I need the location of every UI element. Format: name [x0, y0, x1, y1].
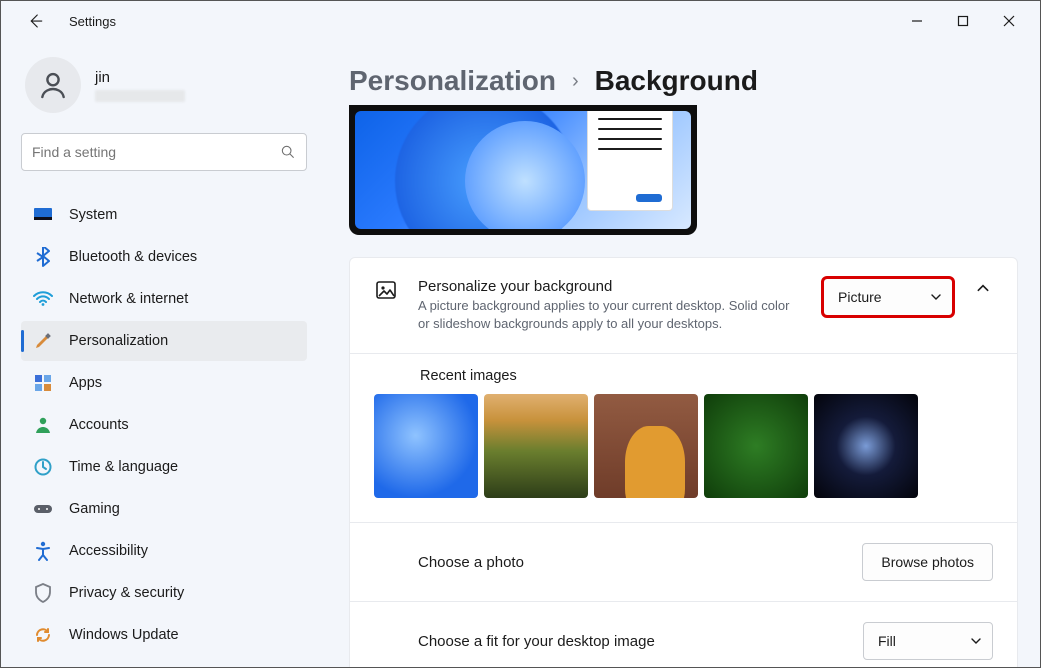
choose-photo-row: Choose a photo Browse photos: [350, 522, 1017, 601]
chevron-up-icon: [976, 281, 990, 295]
row-title: Choose a photo: [418, 554, 842, 571]
background-type-dropdown[interactable]: Picture: [823, 278, 953, 316]
nav-list: System Bluetooth & devices Network & int…: [21, 195, 307, 655]
sidebar-item-system[interactable]: System: [21, 195, 307, 235]
clock-globe-icon: [33, 457, 53, 477]
sidebar-item-label: System: [69, 207, 117, 223]
row-text: Choose a photo: [418, 554, 842, 571]
fit-dropdown[interactable]: Fill: [863, 622, 993, 660]
update-icon: [33, 625, 53, 645]
row-text: Personalize your background A picture ba…: [418, 278, 803, 333]
apps-icon: [33, 373, 53, 393]
avatar: [25, 57, 81, 113]
desktop-preview: [349, 105, 697, 235]
sidebar-item-personalization[interactable]: Personalization: [21, 321, 307, 361]
sidebar-item-privacy[interactable]: Privacy & security: [21, 573, 307, 613]
titlebar: Settings: [1, 1, 1040, 41]
close-icon: [1003, 15, 1015, 27]
gamepad-icon: [33, 499, 53, 519]
shield-icon: [33, 583, 53, 603]
titlebar-left: Settings: [25, 11, 116, 31]
accessibility-icon: [33, 541, 53, 561]
background-panel: Personalize your background A picture ba…: [349, 257, 1018, 667]
body: jin System Bluetooth & devices: [1, 41, 1040, 667]
app-title: Settings: [69, 14, 116, 29]
user-name: jin: [95, 69, 185, 86]
account-icon: [33, 415, 53, 435]
expand-toggle[interactable]: [973, 278, 993, 298]
close-button[interactable]: [986, 5, 1032, 37]
dropdown-value: Fill: [878, 633, 896, 649]
wifi-icon: [33, 289, 53, 309]
recent-thumbnail[interactable]: [814, 394, 918, 498]
settings-window: Settings jin: [0, 0, 1041, 668]
sidebar-item-accessibility[interactable]: Accessibility: [21, 531, 307, 571]
sidebar-item-label: Personalization: [69, 333, 168, 349]
dropdown-value: Picture: [838, 289, 882, 305]
maximize-icon: [957, 15, 969, 27]
bluetooth-icon: [33, 247, 53, 267]
arrow-left-icon: [26, 12, 44, 30]
preview-wallpaper: [355, 111, 691, 229]
sidebar-item-label: Time & language: [69, 459, 178, 475]
sidebar-item-label: Accessibility: [69, 543, 148, 559]
recent-thumbnail[interactable]: [374, 394, 478, 498]
sidebar-item-update[interactable]: Windows Update: [21, 615, 307, 655]
sidebar-item-accounts[interactable]: Accounts: [21, 405, 307, 445]
recent-images-label: Recent images: [420, 368, 993, 384]
back-button[interactable]: [25, 11, 45, 31]
button-label: Browse photos: [881, 554, 974, 570]
chevron-down-icon: [970, 635, 982, 647]
browse-photos-button[interactable]: Browse photos: [862, 543, 993, 581]
search-icon: [280, 144, 296, 160]
row-title: Personalize your background: [418, 278, 803, 295]
user-info: jin: [95, 69, 185, 102]
sidebar-item-label: Privacy & security: [69, 585, 184, 601]
picture-icon: [374, 278, 398, 302]
sidebar-item-label: Gaming: [69, 501, 120, 517]
breadcrumb: Personalization › Background: [349, 65, 1018, 97]
person-icon: [37, 69, 69, 101]
row-subtitle: A picture background applies to your cur…: [418, 297, 803, 333]
preview-window-card: [587, 111, 673, 211]
search-box[interactable]: [21, 133, 307, 171]
sidebar-item-label: Accounts: [69, 417, 129, 433]
recent-thumbnails: [374, 394, 993, 498]
sidebar-item-network[interactable]: Network & internet: [21, 279, 307, 319]
main-content: Personalization › Background: [321, 41, 1040, 667]
paintbrush-icon: [33, 331, 53, 351]
recent-thumbnail[interactable]: [484, 394, 588, 498]
search-input[interactable]: [32, 144, 280, 160]
window-controls: [894, 5, 1032, 37]
row-text: Choose a fit for your desktop image: [418, 633, 843, 650]
breadcrumb-parent[interactable]: Personalization: [349, 65, 556, 97]
sidebar: jin System Bluetooth & devices: [1, 41, 321, 667]
chevron-right-icon: ›: [572, 70, 579, 93]
personalize-background-row: Personalize your background A picture ba…: [350, 258, 1017, 353]
recent-thumbnail[interactable]: [704, 394, 808, 498]
minimize-icon: [911, 15, 923, 27]
sidebar-item-gaming[interactable]: Gaming: [21, 489, 307, 529]
breadcrumb-current: Background: [595, 65, 758, 97]
sidebar-item-time-language[interactable]: Time & language: [21, 447, 307, 487]
sidebar-item-label: Network & internet: [69, 291, 188, 307]
sidebar-item-apps[interactable]: Apps: [21, 363, 307, 403]
sidebar-item-label: Bluetooth & devices: [69, 249, 197, 265]
display-icon: [33, 205, 53, 225]
sidebar-item-label: Apps: [69, 375, 102, 391]
chevron-down-icon: [930, 291, 942, 303]
minimize-button[interactable]: [894, 5, 940, 37]
choose-fit-row: Choose a fit for your desktop image Fill: [350, 601, 1017, 667]
recent-images-section: Recent images: [350, 353, 1017, 522]
row-title: Choose a fit for your desktop image: [418, 633, 843, 650]
recent-thumbnail[interactable]: [594, 394, 698, 498]
user-block[interactable]: jin: [25, 57, 307, 113]
sidebar-item-label: Windows Update: [69, 627, 179, 643]
user-email-redacted: [95, 90, 185, 102]
maximize-button[interactable]: [940, 5, 986, 37]
sidebar-item-bluetooth[interactable]: Bluetooth & devices: [21, 237, 307, 277]
